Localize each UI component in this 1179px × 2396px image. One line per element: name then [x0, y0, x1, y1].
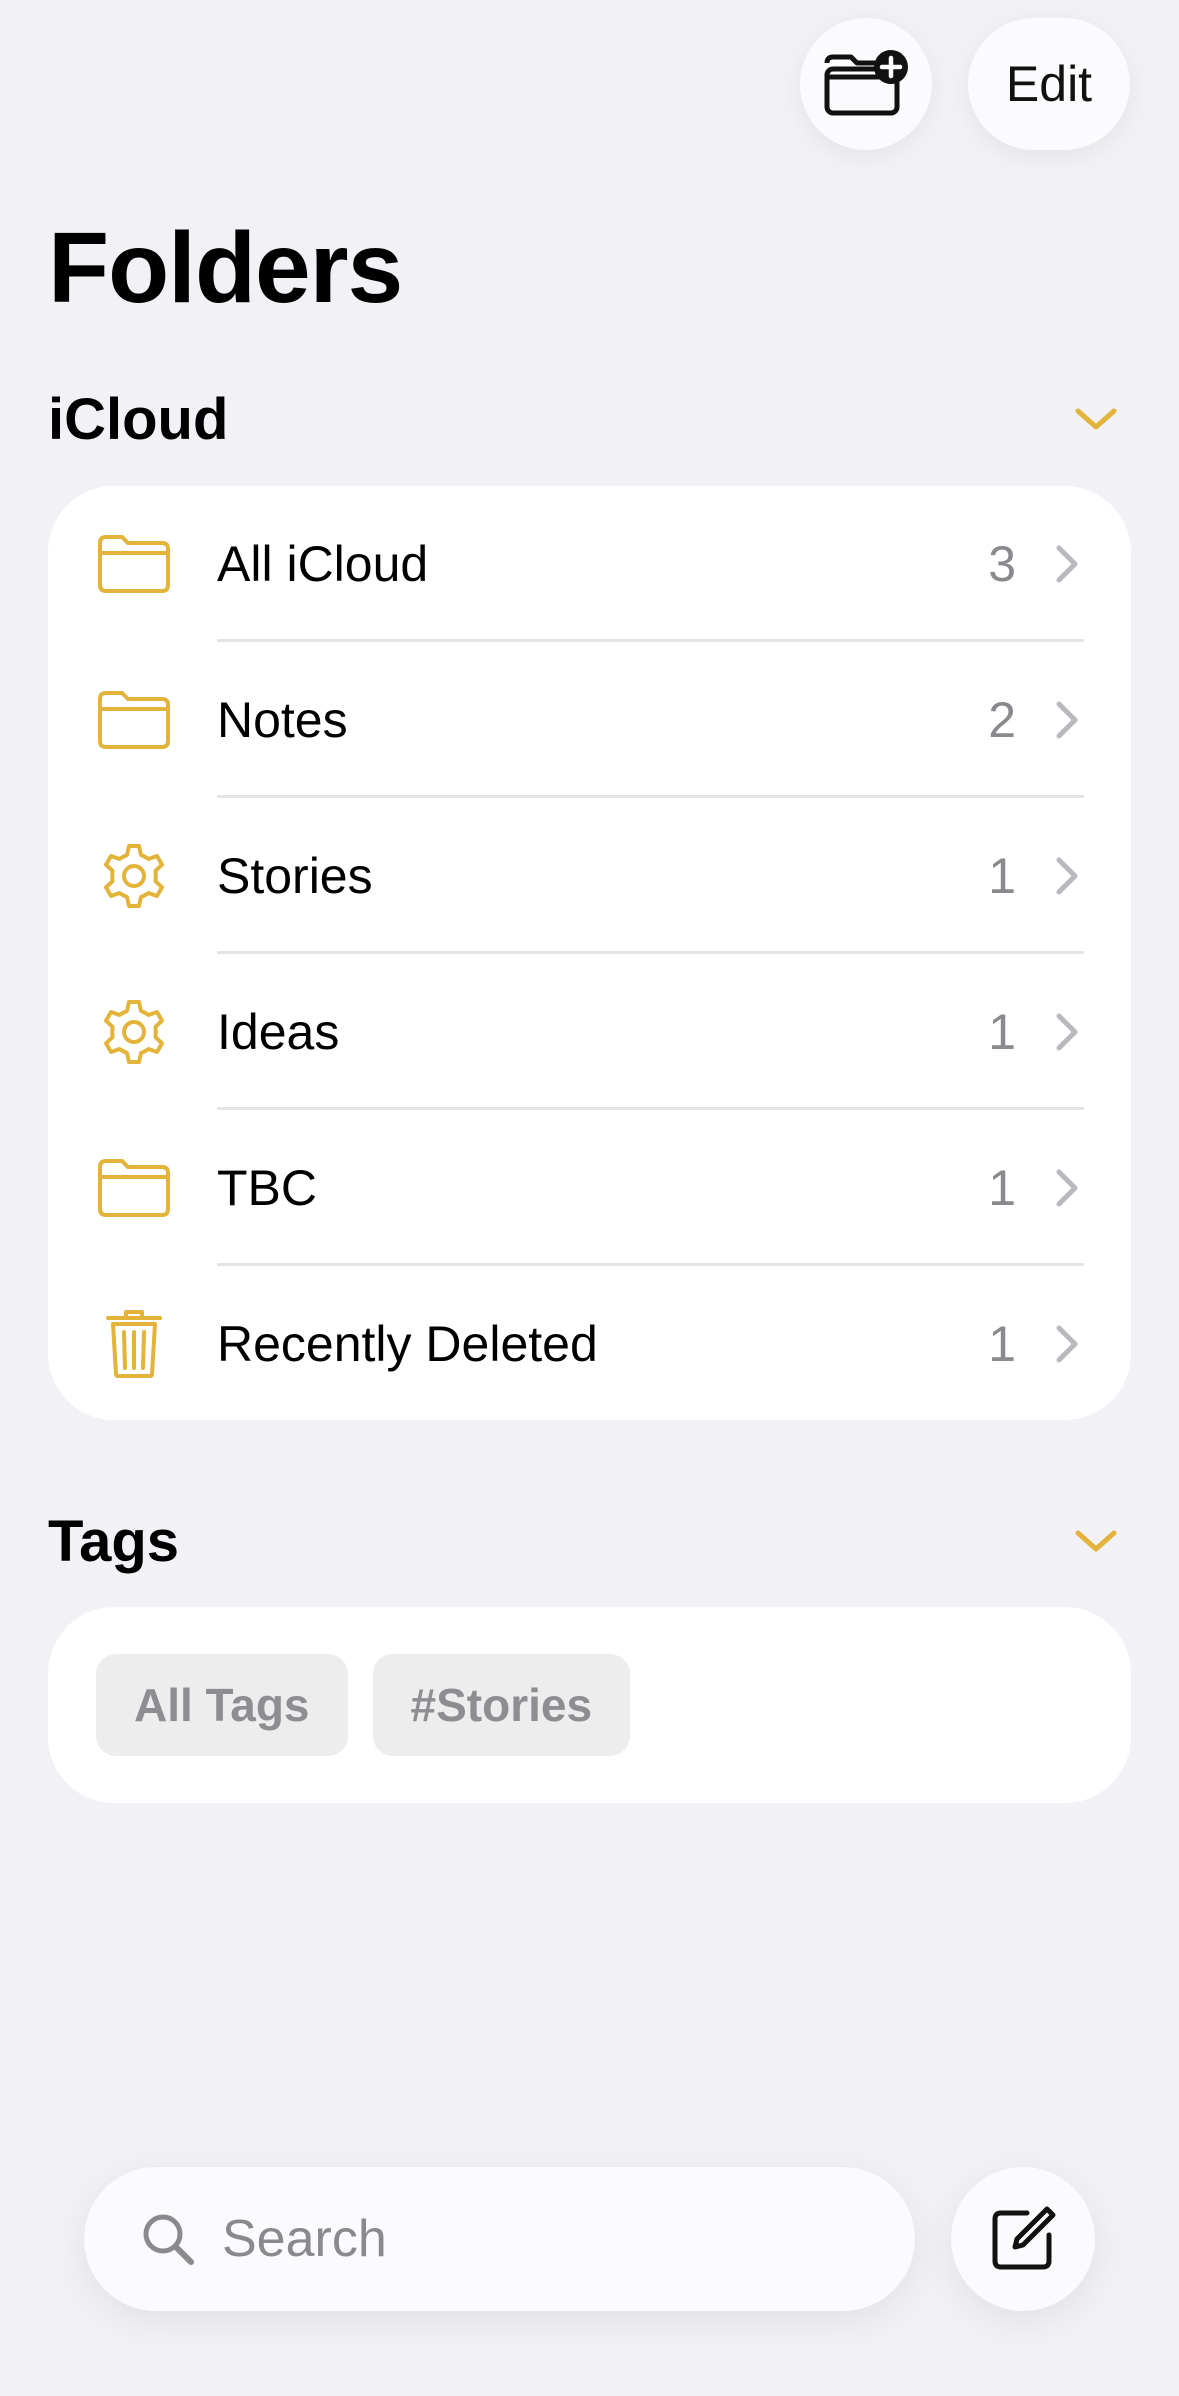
folder-label: TBC — [217, 1160, 317, 1216]
folders-screen: Edit Folders iCloud All iCloud 3 Notes 2… — [0, 0, 1179, 2396]
folder-count: 1 — [988, 1004, 1016, 1060]
tags-section-title: Tags — [48, 1508, 180, 1574]
folder-row-tbc[interactable]: TBC 1 — [48, 1110, 1131, 1266]
folder-label: Ideas — [217, 1004, 340, 1060]
search-bar[interactable] — [84, 2167, 915, 2311]
new-folder-button[interactable] — [800, 18, 932, 150]
chevron-right-icon — [1047, 695, 1087, 745]
icloud-section-title: iCloud — [48, 386, 229, 452]
tag-chip-stories[interactable]: #Stories — [372, 1654, 631, 1756]
folder-plus-icon — [824, 50, 908, 116]
folder-count: 1 — [988, 1316, 1016, 1372]
gear-icon — [92, 834, 176, 918]
tags-list: All Tags #Stories — [48, 1607, 1131, 1803]
folder-row-all-icloud[interactable]: All iCloud 3 — [48, 486, 1131, 642]
tag-chip-all-tags[interactable]: All Tags — [96, 1654, 348, 1756]
folder-row-ideas[interactable]: Ideas 1 — [48, 954, 1131, 1110]
chevron-right-icon — [1047, 851, 1087, 901]
tags-section-header[interactable]: Tags — [48, 1506, 1131, 1576]
folder-row-notes[interactable]: Notes 2 — [48, 642, 1131, 798]
folder-count: 1 — [988, 1160, 1016, 1216]
folder-row-recently-deleted[interactable]: Recently Deleted 1 — [48, 1266, 1131, 1422]
edit-button[interactable]: Edit — [968, 18, 1130, 150]
folder-count: 3 — [988, 536, 1016, 592]
chevron-right-icon — [1047, 1007, 1087, 1057]
page-title: Folders — [48, 212, 403, 324]
chevron-down-icon[interactable] — [1061, 384, 1131, 454]
icloud-folders-list: All iCloud 3 Notes 2 Stories 1 Ideas 1 T… — [48, 486, 1131, 1420]
folder-count: 2 — [988, 692, 1016, 748]
search-input[interactable] — [222, 2209, 822, 2269]
folder-icon — [92, 522, 176, 606]
folder-icon — [92, 1146, 176, 1230]
compose-button[interactable] — [951, 2167, 1095, 2311]
folder-label: Notes — [217, 692, 348, 748]
chevron-right-icon — [1047, 1319, 1087, 1369]
folder-row-stories[interactable]: Stories 1 — [48, 798, 1131, 954]
icloud-section-header[interactable]: iCloud — [48, 384, 1131, 454]
chevron-down-icon[interactable] — [1061, 1506, 1131, 1576]
folder-label: Stories — [217, 848, 373, 904]
edit-label: Edit — [1005, 56, 1093, 112]
folder-label: All iCloud — [217, 536, 429, 592]
compose-icon — [992, 2206, 1056, 2270]
folder-label: Recently Deleted — [217, 1316, 598, 1372]
trash-icon — [92, 1302, 176, 1386]
chevron-right-icon — [1047, 539, 1087, 589]
folder-icon — [92, 678, 176, 762]
gear-icon — [92, 990, 176, 1074]
chevron-right-icon — [1047, 1163, 1087, 1213]
folder-count: 1 — [988, 848, 1016, 904]
search-icon — [143, 2214, 194, 2265]
